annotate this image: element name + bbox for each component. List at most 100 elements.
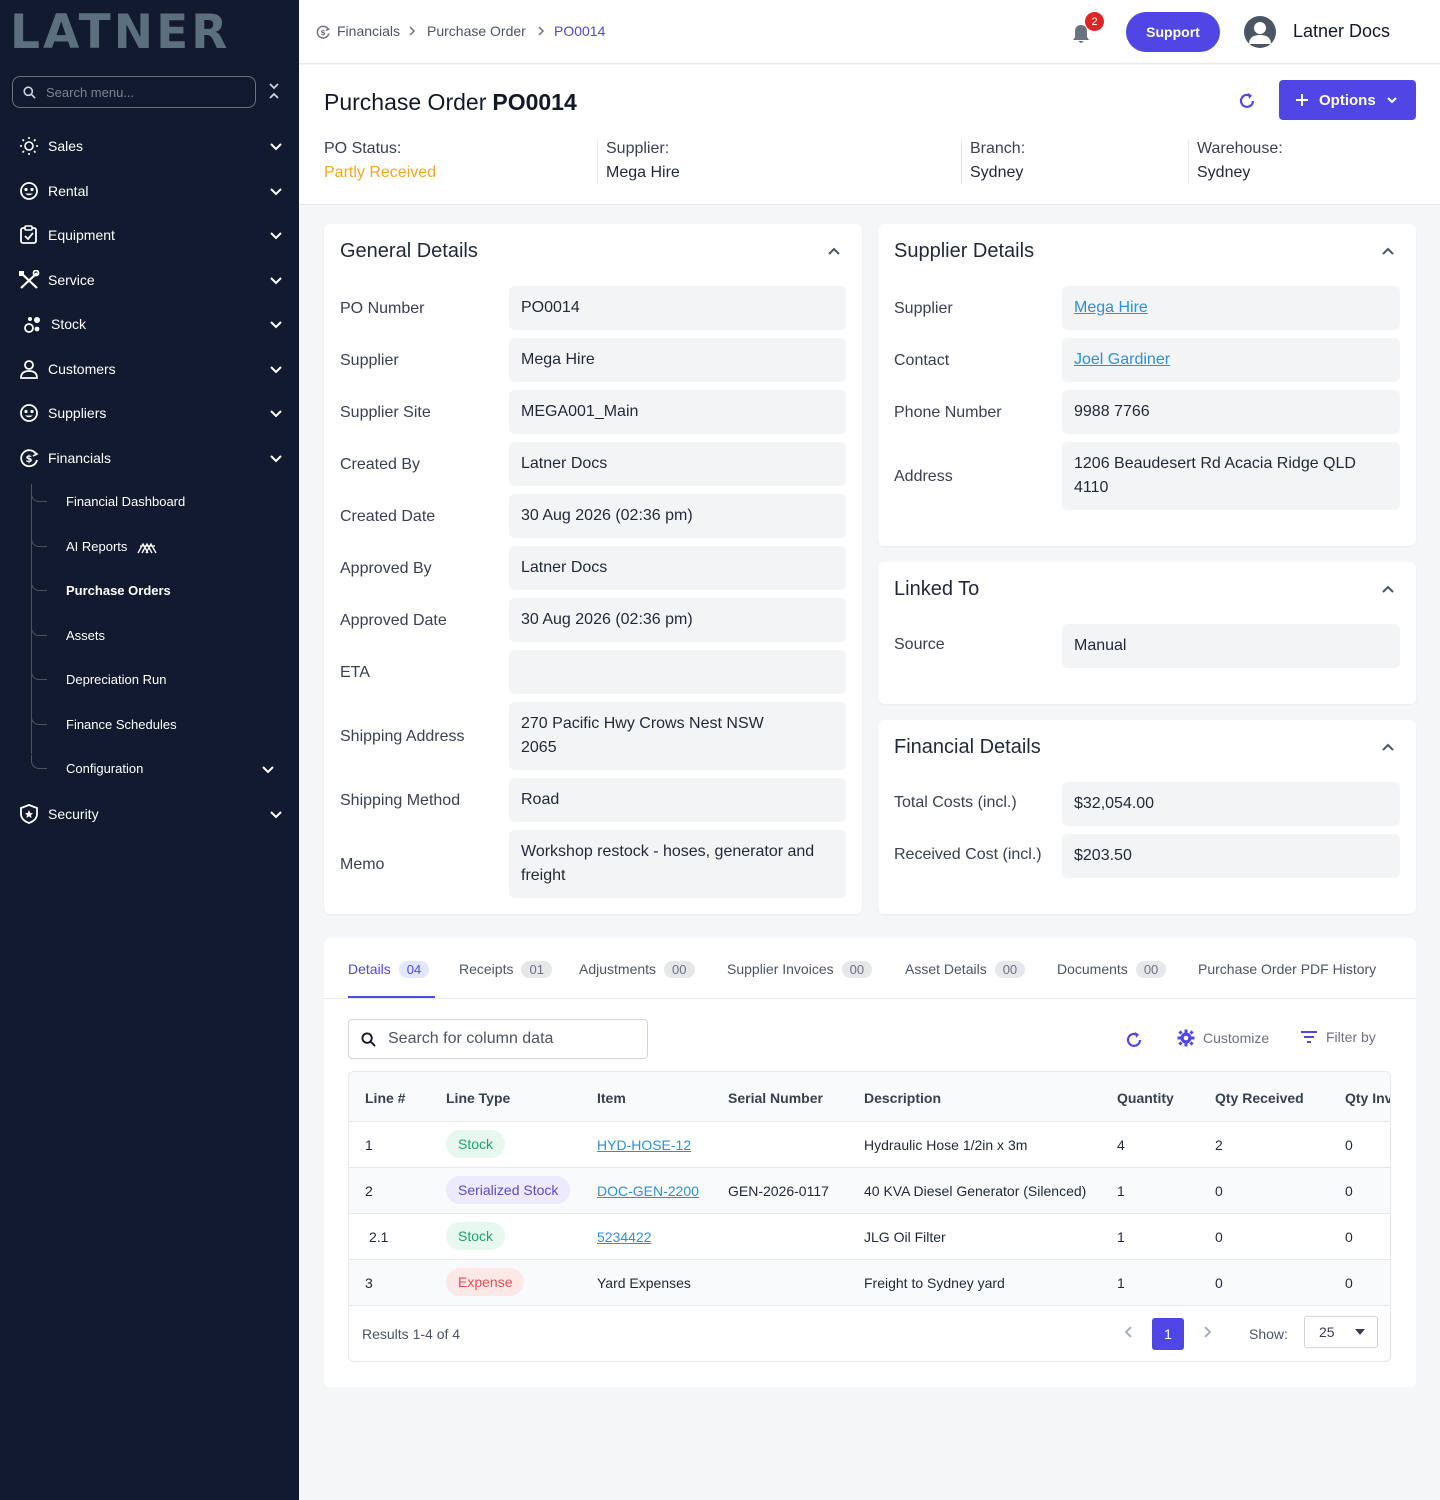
cell-line: 3 <box>365 1275 373 1291</box>
tab-label: Asset Details <box>905 961 987 977</box>
sidebar-item-security[interactable]: Security <box>0 796 299 832</box>
card-title: Supplier Details <box>894 240 1035 262</box>
tab-adjustments[interactable]: Adjustments 00 <box>579 959 695 979</box>
chevron-down-icon <box>270 321 282 329</box>
sidebar-item-financials[interactable]: $ Financials <box>0 440 299 476</box>
line-type-badge: Serialized Stock <box>446 1176 571 1204</box>
cell-quantity: 1 <box>1117 1229 1125 1245</box>
chevron-up-icon[interactable] <box>1380 740 1396 756</box>
ai-logo-icon <box>137 542 157 553</box>
chevron-right-icon[interactable] <box>1202 1326 1212 1338</box>
chevron-down-icon <box>270 143 282 151</box>
column-header[interactable]: Description <box>864 1090 941 1106</box>
table-row[interactable]: 2 Serialized Stock DOC-GEN-2200 GEN-2026… <box>349 1168 1390 1214</box>
tab-pdf-history[interactable]: Purchase Order PDF History <box>1198 959 1376 979</box>
tab-count: 04 <box>398 960 430 978</box>
table-row[interactable]: 2.1 Stock 5234422 JLG Oil Filter 1 0 0 <box>349 1214 1390 1260</box>
sidebar-subitem-finance-schedules[interactable]: Finance Schedules <box>66 715 177 735</box>
table-search[interactable] <box>348 1019 648 1059</box>
column-header[interactable]: Line Type <box>446 1090 510 1106</box>
avatar[interactable] <box>1244 16 1276 48</box>
chevron-up-icon[interactable] <box>1380 244 1396 260</box>
cell-description: 40 KVA Diesel Generator (Silenced) <box>864 1183 1087 1199</box>
chevron-down-icon <box>270 232 282 240</box>
cell-quantity: 1 <box>1117 1275 1125 1291</box>
chevron-up-icon[interactable] <box>1380 582 1396 598</box>
sidebar-item-stock[interactable]: Stock <box>0 306 299 342</box>
filter-button[interactable]: Filter by <box>1300 1029 1376 1045</box>
chevron-left-icon[interactable] <box>1124 1326 1134 1338</box>
sidebar-item-service[interactable]: Service <box>0 262 299 298</box>
sidebar-subitem-assets[interactable]: Assets <box>66 626 105 646</box>
sidebar-subitem-financial-dashboard[interactable]: Financial Dashboard <box>66 492 185 512</box>
shipping-method-field: Road <box>509 778 846 822</box>
svg-text:$: $ <box>26 454 33 465</box>
refresh-icon[interactable] <box>1124 1030 1144 1050</box>
table-footer: Results 1-4 of 4 1 Show: 25 <box>349 1306 1390 1361</box>
svg-text:$: $ <box>320 28 325 37</box>
sidebar-item-label: Financials <box>48 450 112 466</box>
sidebar-item-label: Equipment <box>48 227 115 243</box>
table-row[interactable]: 1 Stock HYD-HOSE-12 Hydraulic Hose 1/2in… <box>349 1122 1390 1168</box>
search-icon <box>23 85 36 99</box>
card-title: Linked To <box>894 578 980 600</box>
sidebar-item-suppliers[interactable]: Suppliers <box>0 395 299 431</box>
sidebar-subitem-depreciation-run[interactable]: Depreciation Run <box>66 670 166 690</box>
plus-icon <box>1296 94 1308 106</box>
tab-documents[interactable]: Documents 00 <box>1057 959 1167 979</box>
cell-qty-received: 0 <box>1215 1275 1223 1291</box>
gear-icon <box>1177 1029 1195 1047</box>
sidebar-subitem-purchase-orders[interactable]: Purchase Orders <box>66 581 171 601</box>
contact-link[interactable]: Joel Gardiner <box>1074 348 1170 372</box>
user-name[interactable]: Latner Docs <box>1293 21 1390 42</box>
table-row[interactable]: 3 Expense Yard Expenses Freight to Sydne… <box>349 1260 1390 1306</box>
chevron-down-icon <box>270 277 282 285</box>
refresh-icon[interactable] <box>1237 91 1257 111</box>
menu-search-input[interactable] <box>46 84 236 100</box>
chevron-down-icon <box>270 455 282 463</box>
branch-label: Branch: <box>970 140 1026 157</box>
column-header[interactable]: Serial Number <box>728 1090 823 1106</box>
cell-qty-invoiced: 0 <box>1345 1137 1353 1153</box>
sidebar-item-customers[interactable]: Customers <box>0 351 299 387</box>
breadcrumb-current: PO0014 <box>554 23 606 39</box>
chevron-up-icon[interactable] <box>826 244 842 260</box>
search-icon <box>361 1031 376 1047</box>
column-header[interactable]: Line # <box>365 1090 405 1106</box>
breadcrumb-financials[interactable]: Financials <box>337 23 400 39</box>
support-button[interactable]: Support <box>1126 12 1220 52</box>
page-size-select[interactable]: 25 <box>1304 1316 1378 1348</box>
column-header[interactable]: Qty Received <box>1215 1090 1304 1106</box>
latner-logo[interactable]: LATNER <box>10 9 230 56</box>
collapse-sidebar-icon[interactable] <box>268 82 280 102</box>
tab-details[interactable]: Details 04 <box>348 959 430 979</box>
cell-serial: GEN-2026-0117 <box>728 1183 829 1199</box>
breadcrumb-purchase-order[interactable]: Purchase Order <box>427 23 526 39</box>
table-search-input[interactable] <box>388 1030 628 1048</box>
sidebar-item-sales[interactable]: Sales <box>0 128 299 164</box>
summary-divider <box>1188 140 1189 184</box>
column-header[interactable]: Quantity <box>1117 1090 1174 1106</box>
sidebar-subitem-configuration[interactable]: Configuration <box>66 759 281 779</box>
column-header[interactable]: Qty Inv <box>1345 1090 1390 1106</box>
sidebar-item-rental[interactable]: Rental <box>0 173 299 209</box>
sidebar-subitem-ai-reports[interactable]: AI Reports <box>66 537 157 557</box>
page-button-current[interactable]: 1 <box>1152 1318 1184 1350</box>
field-label: Approved By <box>340 560 432 577</box>
options-button[interactable]: Options <box>1279 80 1416 120</box>
menu-search[interactable] <box>12 76 256 108</box>
supplier-link[interactable]: Mega Hire <box>1074 296 1148 320</box>
item-link[interactable]: 5234422 <box>597 1229 652 1245</box>
received-cost-field: $203.50 <box>1062 834 1400 878</box>
sidebar-item-label: Security <box>48 806 99 822</box>
column-header[interactable]: Item <box>597 1090 626 1106</box>
item-link[interactable]: DOC-GEN-2200 <box>597 1183 699 1199</box>
item-link[interactable]: HYD-HOSE-12 <box>597 1137 691 1153</box>
cell-quantity: 4 <box>1117 1137 1125 1153</box>
tab-supplier-invoices[interactable]: Supplier Invoices 00 <box>727 959 873 979</box>
tab-receipts[interactable]: Receipts 01 <box>459 959 552 979</box>
tab-asset-details[interactable]: Asset Details 00 <box>905 959 1026 979</box>
line-type-badge: Stock <box>446 1222 506 1250</box>
sidebar-item-equipment[interactable]: Equipment <box>0 217 299 253</box>
customize-button[interactable]: Customize <box>1177 1029 1269 1047</box>
